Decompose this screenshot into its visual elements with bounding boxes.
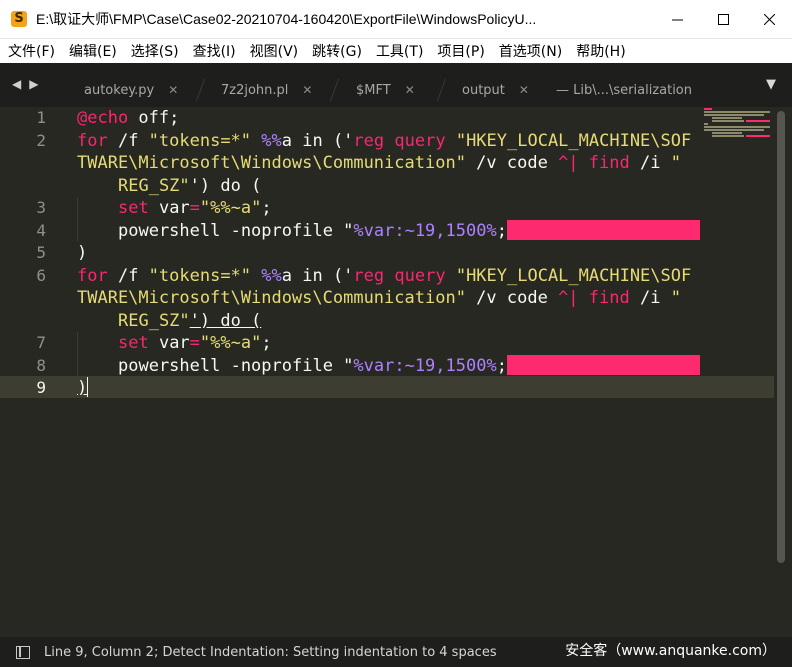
line-number: 1 (36, 108, 46, 127)
tab-bar: ◀ ▶ autokey.py ✕ 7z2john.pl ✕ $MFT ✕ out… (0, 63, 792, 107)
menu-view[interactable]: 视图(V) (242, 41, 305, 61)
tab-close-icon[interactable]: ✕ (302, 83, 312, 97)
tab-label: autokey.py (84, 82, 155, 98)
tab-label: 7z2john.pl (221, 82, 289, 98)
tab-mft[interactable]: $MFT ✕ (356, 73, 415, 107)
tab-output[interactable]: output ✕ (462, 73, 529, 107)
code-line-6: for /f "tokens=*" %%a in ('reg query "HK… (77, 266, 692, 286)
tab-label: $MFT (356, 82, 391, 98)
maximize-button[interactable] (700, 0, 746, 38)
line-number-current: 9 (36, 378, 46, 397)
code-content: @echo off; for /f "tokens=*" %%a in ('re… (77, 107, 700, 647)
line-number: 8 (36, 356, 46, 375)
tab-close-icon[interactable]: ✕ (168, 83, 178, 97)
menu-project[interactable]: 项目(P) (429, 41, 490, 61)
window-title: E:\取证大师\FMP\Case\Case02-20210704-160420\… (36, 11, 537, 27)
code-line-2-wrap-2: REG_SZ"') do ( (118, 176, 262, 196)
title-bar: S E:\取证大师\FMP\Case\Case02-20210704-16042… (0, 0, 792, 39)
menu-tools[interactable]: 工具(T) (368, 41, 429, 61)
panel-toggle-icon[interactable] (16, 645, 30, 659)
tab-close-icon[interactable]: ✕ (405, 83, 415, 97)
minimize-button[interactable] (654, 0, 700, 38)
tab-label: — Lib\...\serialization (556, 82, 693, 98)
tab-dropdown-icon[interactable]: ▼ (766, 77, 776, 92)
tab-next-icon[interactable]: ▶ (29, 77, 38, 91)
menu-file[interactable]: 文件(F) (0, 41, 61, 61)
code-line-2-wrap-1: TWARE\Microsoft\Windows\Communication" /… (77, 153, 681, 173)
minimap[interactable] (700, 107, 774, 147)
code-line-9: ) (77, 377, 89, 398)
menu-edit[interactable]: 编辑(E) (61, 41, 123, 61)
code-line-2: for /f "tokens=*" %%a in ('reg query "HK… (77, 131, 692, 151)
minimize-icon (671, 19, 683, 20)
redaction-bar (506, 355, 700, 375)
watermark-text: 安全客（www.anquanke.com） (565, 643, 776, 659)
tab-serialization[interactable]: — Lib\...\serialization (556, 73, 692, 107)
line-number: 2 (36, 131, 46, 150)
code-line-8: powershell -noprofile "%var:~19,1500%; (118, 355, 700, 378)
code-line-4: powershell -noprofile "%var:~19,1500%; (118, 220, 700, 243)
vertical-scrollbar[interactable] (777, 111, 785, 563)
close-button[interactable] (746, 0, 792, 38)
code-editor[interactable]: 1 2 3 4 5 6 7 8 9 @echo off; for /f "tok… (0, 107, 792, 637)
tab-prev-icon[interactable]: ◀ (12, 77, 21, 91)
line-number: 3 (36, 198, 46, 217)
code-line-3: set var="%%~a"; (118, 198, 272, 218)
line-number: 4 (36, 221, 46, 240)
tab-7z2john[interactable]: 7z2john.pl ✕ (221, 73, 312, 107)
line-number: 5 (36, 243, 46, 262)
code-line-6-wrap-1: TWARE\Microsoft\Windows\Communication" /… (77, 288, 681, 308)
line-number: 7 (36, 333, 46, 352)
menu-find[interactable]: 查找(I) (185, 41, 242, 61)
code-line-5: ) (77, 243, 88, 263)
menu-preferences[interactable]: 首选项(N) (491, 41, 568, 61)
redaction-bar (506, 220, 700, 240)
menu-bar: 文件(F) 编辑(E) 选择(S) 查找(I) 视图(V) 跳转(G) 工具(T… (0, 39, 792, 63)
tab-autokey[interactable]: autokey.py ✕ (84, 73, 178, 107)
menu-help[interactable]: 帮助(H) (568, 41, 631, 61)
sublime-app-icon: S (11, 11, 27, 27)
status-bar: Line 9, Column 2; Detect Indentation: Se… (0, 637, 792, 667)
menu-goto[interactable]: 跳转(G) (304, 41, 368, 61)
maximize-icon (717, 13, 729, 25)
line-number: 6 (36, 266, 46, 285)
status-text: Line 9, Column 2; Detect Indentation: Se… (44, 644, 497, 660)
tab-label: output (462, 82, 505, 98)
text-cursor (87, 377, 89, 397)
close-icon (763, 13, 775, 25)
code-line-7: set var="%%~a"; (118, 333, 272, 353)
tab-close-icon[interactable]: ✕ (519, 83, 529, 97)
menu-selection[interactable]: 选择(S) (123, 41, 185, 61)
code-line-1: @echo off; (77, 108, 180, 128)
code-line-6-wrap-2: REG_SZ"') do ( (118, 311, 262, 331)
